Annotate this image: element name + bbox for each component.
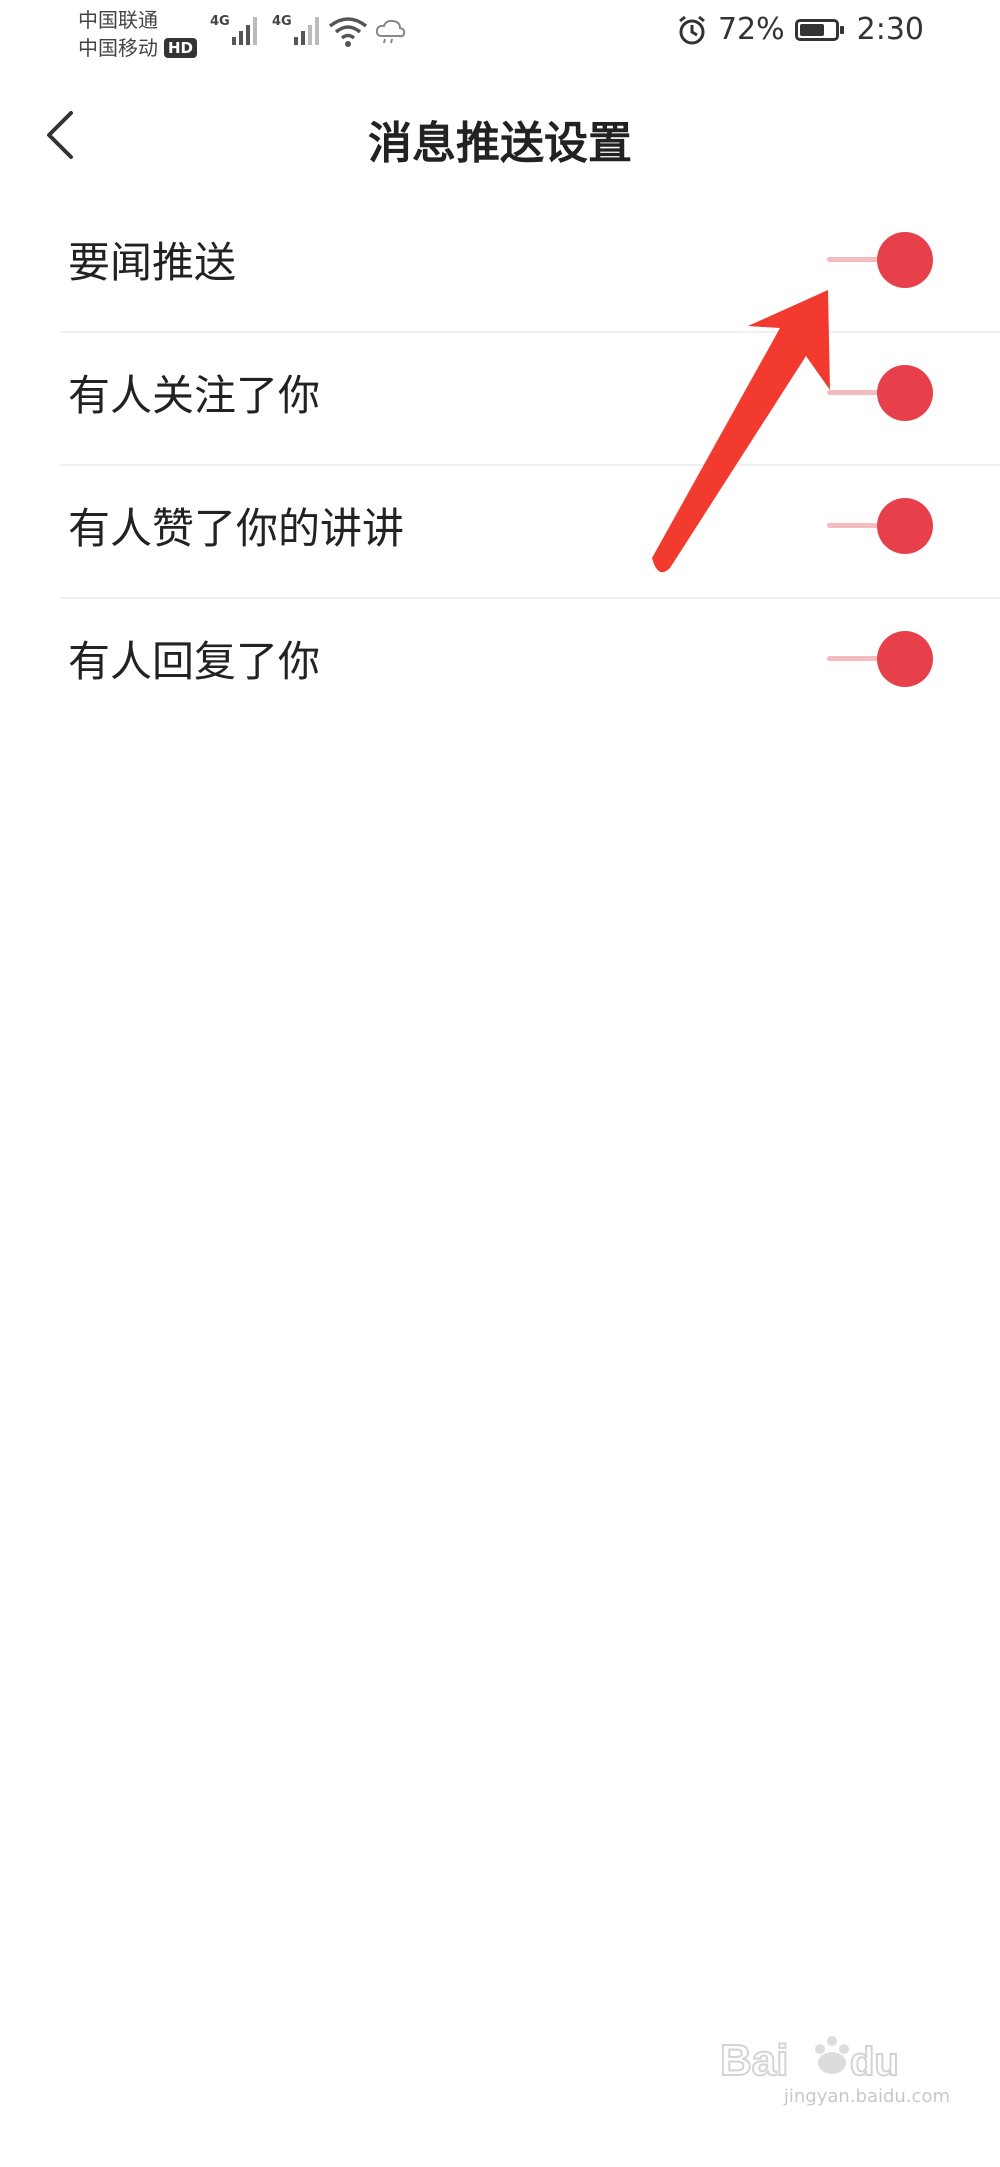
toggle-switch[interactable] [827, 496, 937, 556]
setting-label: 有人关注了你 [68, 371, 321, 420]
battery-percent: 72% [717, 12, 785, 47]
network-type-2: 4G [272, 14, 292, 29]
setting-label: 要闻推送 [68, 238, 237, 287]
setting-row-headline-push: 要闻推送 [60, 200, 1000, 333]
settings-list: 要闻推送 有人关注了你 有人赞了你的讲讲 有人回复了你 [60, 200, 1000, 730]
signal-icon: 4G [272, 14, 319, 45]
page-title: 消息推送设置 [368, 118, 632, 169]
watermark-url: jingyan.baidu.com [783, 2086, 950, 2107]
setting-label: 有人赞了你的讲讲 [68, 504, 405, 553]
cloud-icon [375, 19, 406, 44]
toggle-switch[interactable] [827, 629, 937, 689]
carrier-2: 中国移动 [78, 36, 158, 60]
setting-row-replied: 有人回复了你 [60, 599, 1000, 730]
setting-row-followed: 有人关注了你 [60, 333, 1000, 466]
toggle-knob [877, 232, 933, 288]
setting-label: 有人回复了你 [68, 637, 321, 686]
toggle-knob [877, 498, 933, 554]
status-right: 72% 2:30 [676, 12, 924, 47]
svg-text:Bai: Bai [720, 2036, 788, 2085]
status-time: 2:30 [856, 12, 924, 47]
network-type-1: 4G [210, 14, 230, 29]
alarm-icon [679, 15, 705, 44]
status-bar: 中国联通 中国移动 HD 4G 4G 72% 2:30 [0, 0, 1000, 70]
carrier-info: 中国联通 中国移动 HD [78, 6, 198, 62]
baidu-logo: Bai du [720, 2035, 900, 2086]
toggle-switch[interactable] [827, 363, 937, 423]
battery-icon [794, 18, 844, 41]
nav-header: 消息推送设置 [0, 95, 1000, 175]
signal-icon: 4G [210, 14, 257, 45]
carrier-1: 中国联通 [78, 8, 158, 32]
toggle-knob [877, 631, 933, 687]
hd-badge: HD [164, 38, 198, 58]
svg-text:du: du [850, 2040, 899, 2084]
setting-row-liked: 有人赞了你的讲讲 [60, 466, 1000, 599]
battery-fill [799, 23, 824, 36]
baidu-watermark: Bai du jingyan.baidu.com [720, 2027, 950, 2107]
toggle-switch[interactable] [827, 230, 937, 290]
toggle-knob [877, 365, 933, 421]
wifi-icon [328, 17, 368, 47]
